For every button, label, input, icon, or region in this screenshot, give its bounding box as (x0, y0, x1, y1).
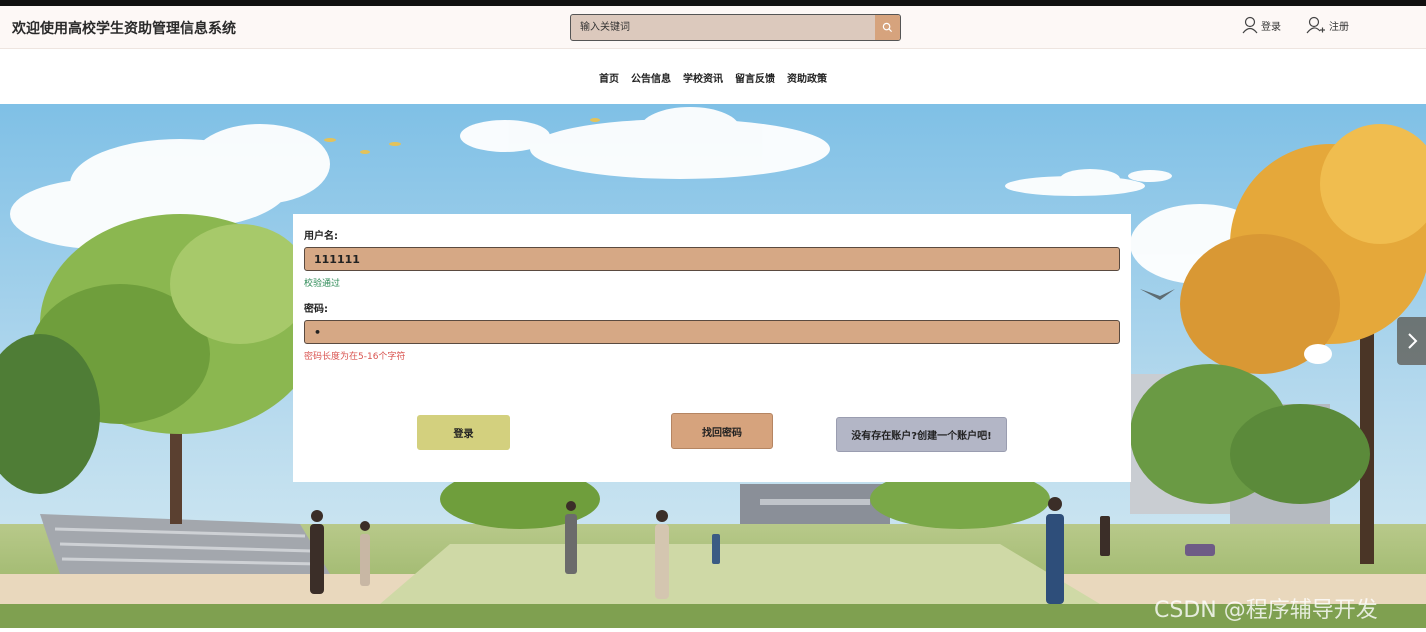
username-label: 用户名: (304, 231, 338, 242)
password-hint: 密码长度为在5-16个字符 (304, 352, 406, 362)
nav-item-announcements[interactable]: 公告信息 (631, 70, 671, 85)
login-link[interactable]: 登录 (1242, 16, 1281, 34)
footer-strip (0, 628, 1426, 632)
add-user-icon (1306, 16, 1325, 34)
watermark: CSDN @程序辅导开发 (1154, 598, 1378, 623)
username-field[interactable] (304, 247, 1120, 271)
login-button[interactable]: 登录 (417, 415, 510, 450)
create-account-button[interactable]: 没有存在账户?创建一个账户吧! (836, 417, 1007, 452)
main-nav: 首页 公告信息 学校资讯 留言反馈 资助政策 (0, 50, 1426, 104)
register-link[interactable]: 注册 (1306, 16, 1349, 34)
nav-item-home[interactable]: 首页 (599, 70, 619, 85)
search-box (570, 14, 901, 41)
chevron-right-icon (1407, 333, 1417, 349)
nav-item-aid-policy[interactable]: 资助政策 (787, 70, 827, 85)
carousel-next-button[interactable] (1397, 317, 1426, 365)
register-link-label: 注册 (1329, 21, 1349, 33)
user-icon (1242, 16, 1258, 34)
login-link-label: 登录 (1261, 21, 1281, 33)
username-hint: 校验通过 (304, 279, 341, 289)
login-card: 用户名: 校验通过 密码: 密码长度为在5-16个字符 登录 找回密码 没有存在… (293, 214, 1131, 482)
nav-item-school-news[interactable]: 学校资讯 (683, 70, 723, 85)
search-button[interactable] (875, 15, 900, 40)
site-title: 欢迎使用高校学生资助管理信息系统 (12, 21, 236, 37)
nav-item-feedback[interactable]: 留言反馈 (735, 70, 775, 85)
password-field[interactable] (304, 320, 1120, 344)
search-icon (882, 22, 893, 33)
search-input[interactable] (571, 15, 876, 40)
header: 欢迎使用高校学生资助管理信息系统 登录 注册 (0, 6, 1426, 49)
password-label: 密码: (304, 304, 328, 315)
forgot-password-button[interactable]: 找回密码 (671, 413, 773, 449)
